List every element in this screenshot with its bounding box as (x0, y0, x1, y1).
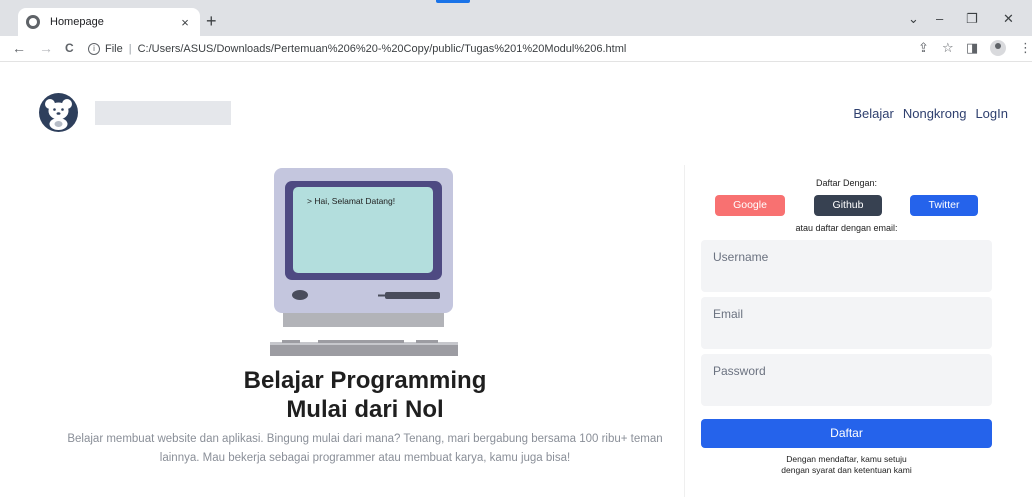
restore-button[interactable]: ❐ (966, 11, 978, 27)
password-field[interactable]: Password (701, 354, 992, 406)
address-bar[interactable]: i File | C:/Users/ASUS/Downloads/Pertemu… (88, 39, 888, 59)
side-panel-icon[interactable]: ◨ (966, 40, 978, 56)
back-icon[interactable]: ← (12, 40, 26, 56)
url-scheme: File (105, 43, 123, 55)
hero-title: Belajar Programming Mulai dari Nol (200, 366, 530, 424)
computer-illustration: > Hai, Selamat Datang! (268, 168, 460, 360)
screen-text: > Hai, Selamat Datang! (307, 196, 395, 206)
tab-search-icon[interactable]: ⌄ (908, 11, 919, 27)
hero-title-line2: Mulai dari Nol (286, 396, 444, 423)
brand-placeholder (95, 101, 231, 125)
github-signup-button[interactable]: Github (814, 195, 882, 216)
main-nav: Belajar Nongkrong LogIn (853, 106, 1008, 121)
terms-line1: Dengan mendaftar, kamu setuju (786, 454, 907, 464)
close-window-button[interactable]: ✕ (1003, 11, 1014, 27)
forward-icon[interactable]: → (39, 40, 53, 56)
hero-title-line1: Belajar Programming (243, 367, 487, 394)
info-icon[interactable]: i (88, 43, 100, 55)
reload-icon[interactable]: C (65, 40, 74, 56)
twitter-signup-button[interactable]: Twitter (910, 195, 978, 216)
google-signup-button[interactable]: Google (715, 195, 785, 216)
profile-avatar-icon[interactable] (990, 40, 1006, 56)
url-text: C:/Users/ASUS/Downloads/Pertemuan%206%20… (137, 43, 627, 55)
tab-title: Homepage (50, 16, 104, 28)
section-divider (684, 165, 685, 497)
tab-search-indicator (436, 0, 470, 3)
hero-description-line2: lainnya. Mau bekerja sebagai programmer … (159, 452, 571, 464)
daftar-submit-button[interactable]: Daftar (701, 419, 992, 448)
hero-description: Belajar membuat website dan aplikasi. Bi… (20, 430, 710, 468)
menu-kebab-icon[interactable]: ⋮ (1019, 40, 1032, 56)
url-separator: | (128, 43, 132, 55)
nav-link-login[interactable]: LogIn (975, 106, 1008, 121)
minimize-button[interactable]: – (936, 11, 943, 26)
browser-chrome: Homepage × + ⌄ – ❐ ✕ ← → C i File | C:/U… (0, 0, 1032, 62)
browser-toolbar: ← → C i File | C:/Users/ASUS/Downloads/P… (0, 36, 1032, 62)
form-subtitle: atau daftar dengan email: (795, 223, 898, 233)
new-tab-button[interactable]: + (206, 12, 217, 30)
username-field[interactable]: Username (701, 240, 992, 292)
hero-description-line1: Belajar membuat website dan aplikasi. Bi… (67, 433, 663, 445)
form-title: Daftar Dengan: (815, 178, 878, 188)
share-icon[interactable]: ⇪ (918, 40, 929, 56)
nav-link-belajar[interactable]: Belajar (853, 106, 893, 121)
bear-logo-icon[interactable] (39, 93, 78, 132)
tab-homepage[interactable]: Homepage × (18, 8, 200, 36)
tab-close-icon[interactable]: × (178, 15, 192, 30)
terms-line2: dengan syarat dan ketentuan kami (781, 465, 912, 475)
terms-text: Dengan mendaftar, kamu setuju dengan sya… (740, 454, 953, 476)
tab-strip: Homepage × + ⌄ – ❐ ✕ (0, 0, 1032, 36)
bookmark-star-icon[interactable]: ☆ (942, 40, 954, 56)
nav-link-nongkrong[interactable]: Nongkrong (903, 106, 967, 121)
globe-icon (26, 15, 40, 29)
email-field[interactable]: Email (701, 297, 992, 349)
